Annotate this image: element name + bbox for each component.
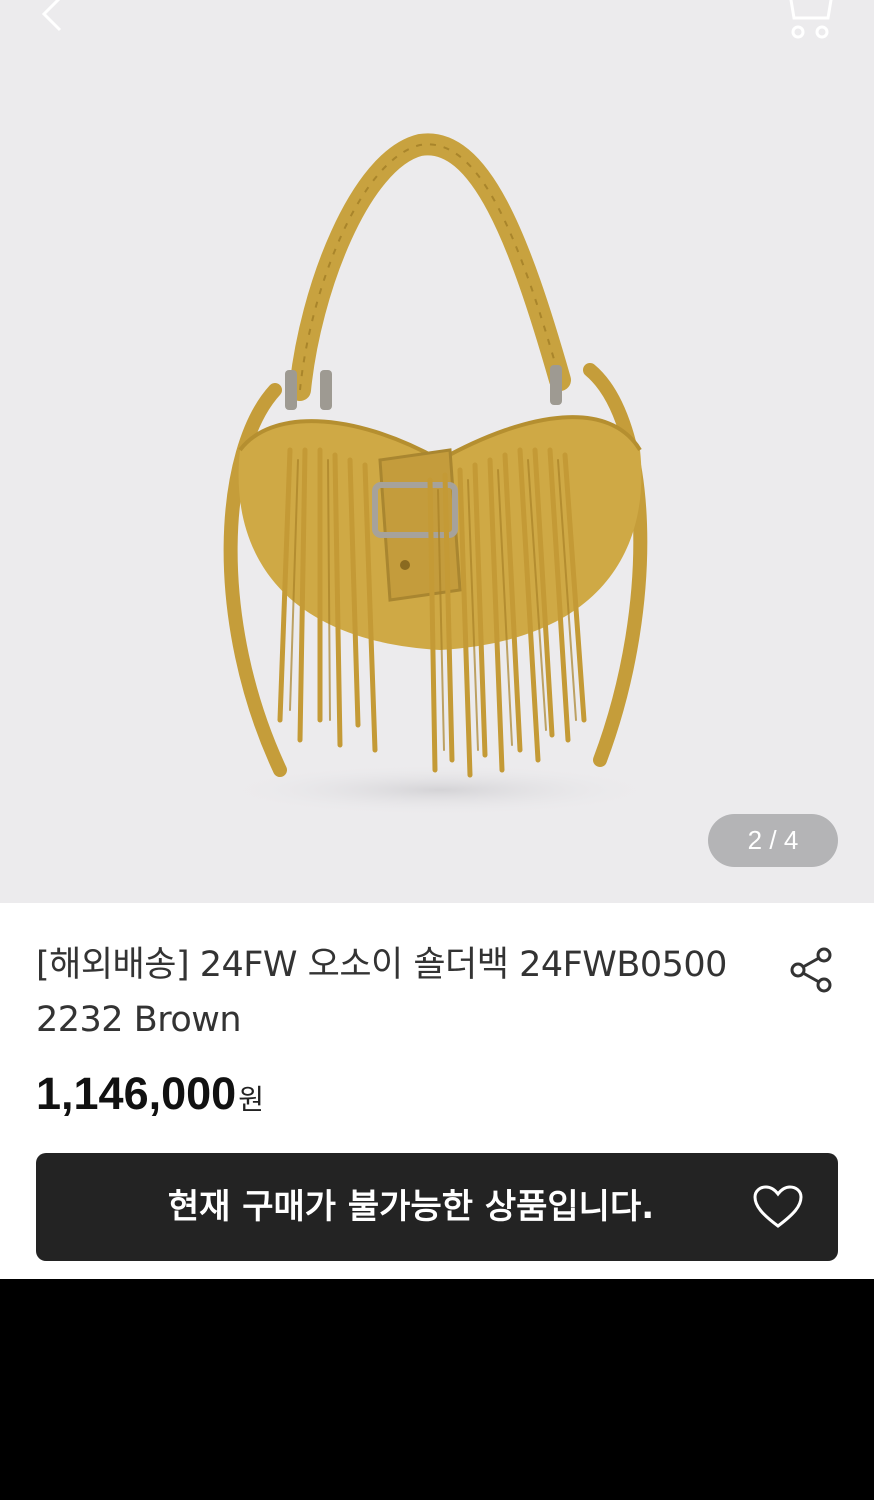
gallery-pager: 2 / 4: [708, 814, 838, 867]
cart-icon: [789, 0, 833, 39]
product-gallery[interactable]: 2 / 4: [0, 0, 874, 903]
pager-total: 4: [783, 825, 799, 855]
product-title: [해외배송] 24FW 오소이 숄더백 24FWB0500 2232 Brown: [36, 945, 727, 1040]
share-icon: [790, 947, 832, 993]
pager-current: 2: [747, 825, 763, 855]
price-currency: 원: [238, 1083, 264, 1116]
product-image: [220, 133, 660, 816]
heart-icon: [753, 1185, 803, 1228]
cart-button[interactable]: [778, 0, 838, 46]
bottom-black-area: [0, 1279, 874, 1500]
share-button[interactable]: [788, 945, 836, 995]
back-button[interactable]: [30, 0, 80, 38]
product-price: 1,146,000원: [36, 1068, 264, 1128]
chevron-left-icon: [41, 0, 62, 32]
purchase-unavailable-button[interactable]: 현재 구매가 불가능한 상품입니다.: [36, 1153, 736, 1261]
price-amount: 1,146,000: [36, 1068, 237, 1119]
pager-separator: /: [769, 825, 777, 855]
product-detail-screen: 2 / 4 [해외배송] 24FW 오소이 숄더백 24FWB0500 2232…: [0, 0, 874, 1279]
purchase-bar: 현재 구매가 불가능한 상품입니다.: [36, 1153, 838, 1261]
wishlist-button[interactable]: [752, 1184, 804, 1230]
